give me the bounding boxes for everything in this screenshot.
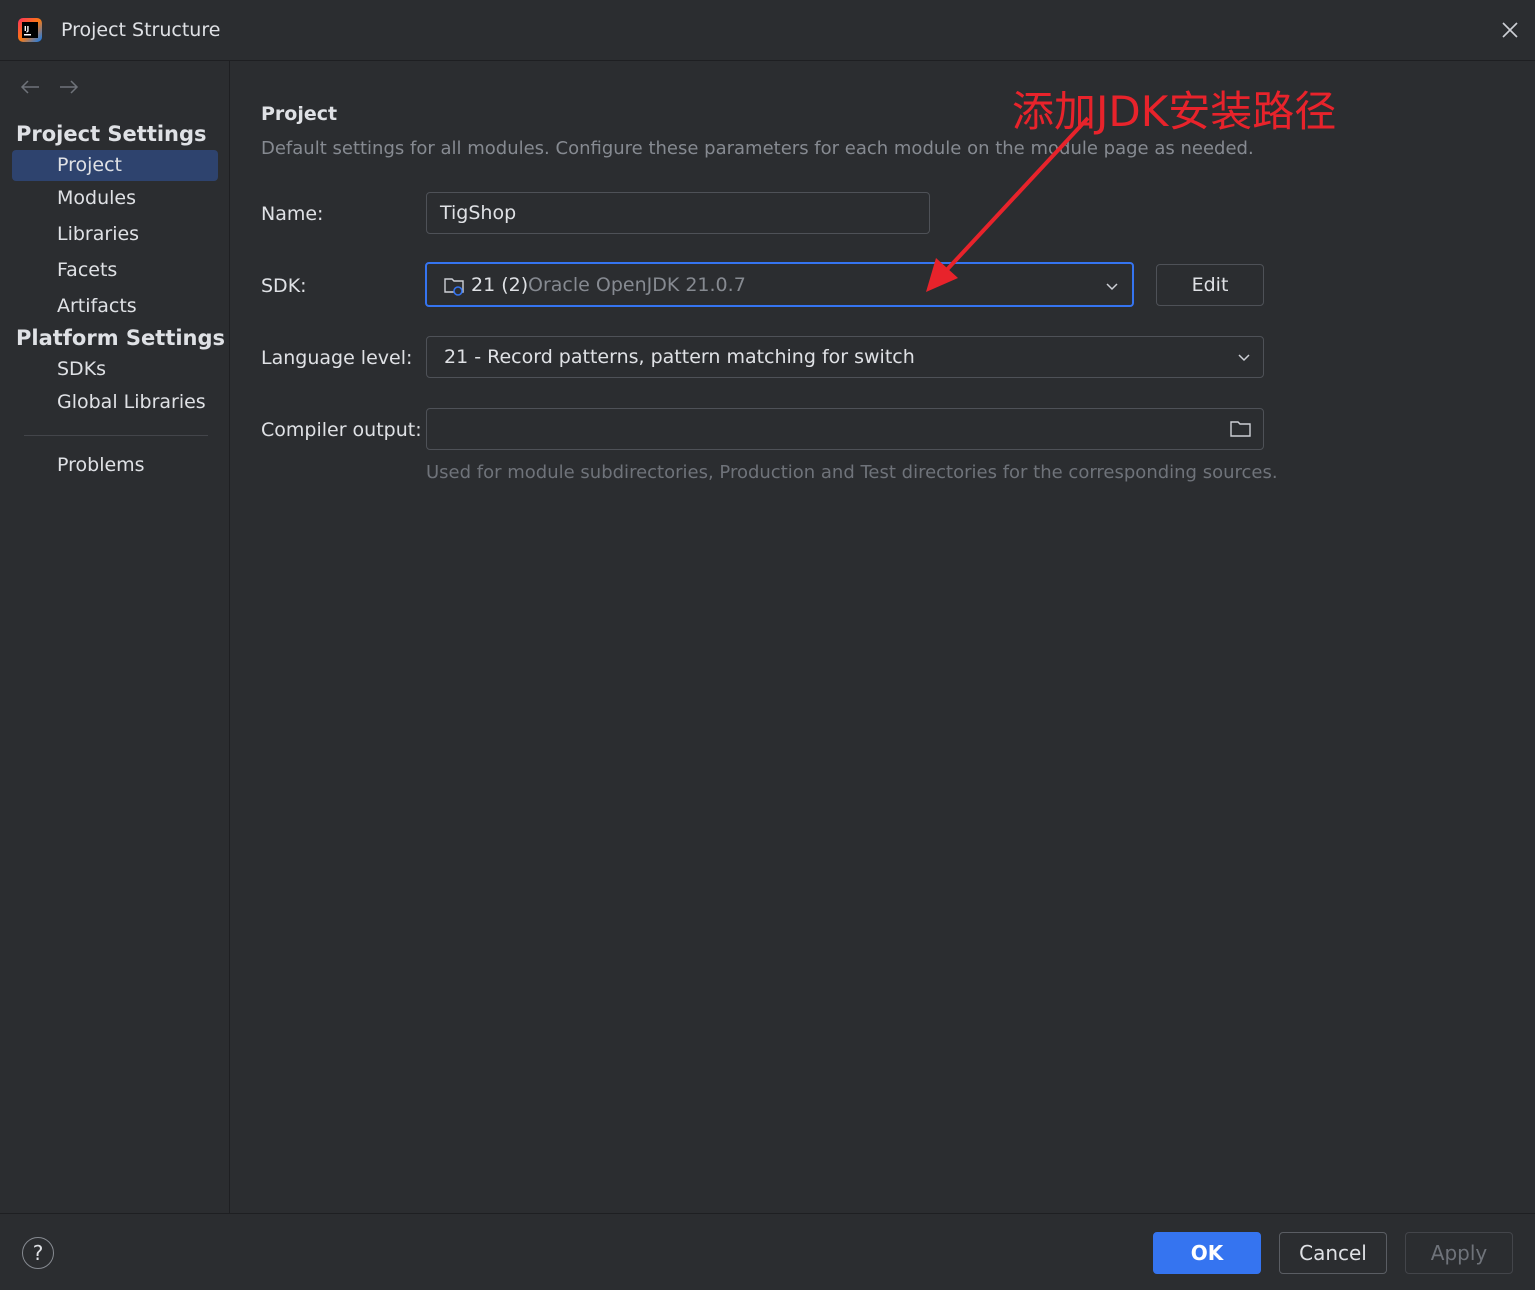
compiler-output-label: Compiler output: [261, 419, 422, 441]
group-platform-settings: Platform Settings [16, 326, 226, 350]
jdk-folder-icon [444, 278, 464, 296]
sidebar-item-modules[interactable]: Modules [12, 183, 218, 214]
cancel-button[interactable]: Cancel [1279, 1232, 1387, 1274]
intellij-idea-icon: IJ [18, 18, 42, 42]
sidebar-item-project[interactable]: Project [12, 150, 218, 181]
back-arrow-icon[interactable] [18, 78, 42, 96]
name-field[interactable]: TigShop [426, 192, 930, 234]
sidebar-item-sdks[interactable]: SDKs [12, 354, 218, 385]
browse-folder-icon[interactable] [1229, 419, 1253, 439]
sdk-vendor: Oracle OpenJDK 21.0.7 [528, 274, 746, 296]
sidebar: Project Settings Project Modules Librari… [0, 61, 230, 1213]
window-title: Project Structure [61, 19, 221, 41]
sdk-version: 21 (2) [471, 274, 529, 296]
edit-sdk-button[interactable]: Edit [1156, 264, 1264, 306]
sidebar-item-libraries[interactable]: Libraries [12, 219, 218, 250]
sidebar-divider [24, 435, 208, 436]
sidebar-item-problems[interactable]: Problems [12, 450, 218, 481]
language-level-label: Language level: [261, 347, 413, 369]
sdk-dropdown[interactable]: 21 (2) Oracle OpenJDK 21.0.7 [425, 262, 1134, 307]
name-label: Name: [261, 203, 324, 225]
edit-button-label: Edit [1191, 274, 1229, 296]
annotation-text: 添加JDK安装路径 [1012, 87, 1337, 136]
svg-text:IJ: IJ [24, 25, 29, 33]
group-project-settings: Project Settings [16, 122, 207, 146]
sdk-label: SDK: [261, 275, 307, 297]
compiler-output-hint: Used for module subdirectories, Producti… [426, 462, 1278, 483]
sidebar-item-global-libraries[interactable]: Global Libraries [12, 387, 218, 418]
sidebar-item-artifacts[interactable]: Artifacts [12, 291, 218, 322]
apply-button[interactable]: Apply [1405, 1232, 1513, 1274]
footer: ? OK Cancel Apply [0, 1213, 1535, 1290]
ok-button[interactable]: OK [1153, 1232, 1261, 1274]
page-title: Project [261, 103, 338, 125]
chevron-down-icon [1238, 354, 1250, 362]
sidebar-item-facets[interactable]: Facets [12, 255, 218, 286]
main-panel: Project Default settings for all modules… [230, 61, 1535, 1213]
name-value: TigShop [440, 202, 517, 224]
help-button[interactable]: ? [22, 1237, 54, 1269]
chevron-down-icon [1106, 283, 1118, 291]
language-level-value: 21 - Record patterns, pattern matching f… [444, 346, 915, 368]
forward-arrow-icon[interactable] [57, 78, 81, 96]
language-level-dropdown[interactable]: 21 - Record patterns, pattern matching f… [426, 336, 1264, 378]
close-icon[interactable] [1497, 17, 1523, 43]
title-bar: IJ Project Structure [0, 0, 1535, 61]
page-description: Default settings for all modules. Config… [261, 138, 1254, 159]
compiler-output-field[interactable] [426, 408, 1264, 450]
